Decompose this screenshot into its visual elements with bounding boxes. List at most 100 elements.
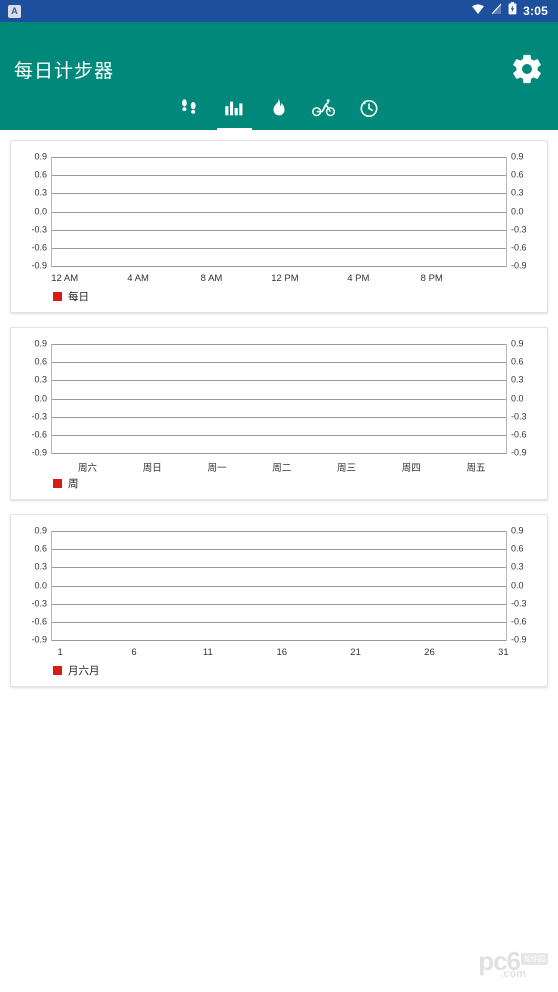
y-tick-label: -0.3	[511, 224, 527, 235]
y-tick-label: -0.3	[31, 411, 47, 422]
x-tick-label: 周六	[77, 463, 97, 474]
gridline	[52, 157, 506, 158]
gridline	[52, 362, 506, 364]
legend-label: 每日	[68, 291, 89, 303]
y-tick-label: 0.0	[34, 206, 47, 216]
tab-cycling[interactable]	[302, 86, 347, 130]
legend-swatch	[53, 479, 62, 488]
gridline	[52, 398, 506, 400]
daily-chart-legend: 每日	[53, 289, 543, 304]
weekly-chart: 周六 周日 周一 周二 周三 周四 周五 0.9 0.9 0.6 0.6 0.3 0.3 0.0 0.0 -…	[15, 336, 543, 474]
x-tick-label: 6	[131, 647, 137, 658]
y-tick-label: 0.9	[511, 525, 524, 536]
x-tick-label: 周三	[336, 463, 356, 474]
monthly-chart-x-axis: 1 6 11 16 21 26 31	[51, 647, 509, 663]
status-bar-clock: 3:05	[523, 4, 548, 18]
watermark: pc6 软件园 .com	[478, 948, 548, 980]
gridline	[52, 229, 506, 231]
y-tick-label: -0.3	[511, 411, 527, 422]
y-tick-label: -0.6	[31, 429, 47, 440]
weekly-chart-legend: 周	[53, 476, 543, 491]
gridline	[52, 640, 506, 641]
x-tick-label: 周四	[401, 463, 421, 474]
daily-chart: 12 AM 4 AM 8 AM 12 PM 4 PM 8 PM 0.9 0.9 0.6 0.6 0…	[15, 149, 543, 284]
settings-button[interactable]	[510, 52, 544, 86]
signal-off-icon	[491, 2, 502, 20]
y-tick-label: 0.6	[511, 356, 524, 367]
x-tick-label: 31	[498, 647, 509, 658]
card-monthly-chart[interactable]: 1 6 11 16 21 26 31 0.9 0.9 0.6 0.6 0.3 0.3 0.0 0.0 -0.…	[10, 514, 548, 687]
tab-history[interactable]	[347, 86, 392, 130]
y-tick-label: -0.9	[511, 260, 527, 271]
y-tick-label: 0.9	[34, 151, 47, 162]
wifi-icon	[471, 2, 485, 20]
tab-steps[interactable]	[167, 86, 212, 130]
x-tick-label: 16	[276, 647, 288, 658]
weekly-chart-plot	[51, 344, 507, 454]
x-tick-label: 8 PM	[420, 273, 443, 284]
y-tick-label: -0.6	[511, 616, 527, 627]
history-icon	[358, 97, 380, 119]
y-tick-label: 0.6	[34, 169, 47, 180]
x-tick-label: 1	[57, 647, 63, 658]
monthly-chart-legend: 月六月	[53, 663, 543, 678]
gridline	[52, 175, 506, 177]
x-tick-label: 周五	[466, 463, 486, 474]
battery-charging-icon	[508, 2, 517, 20]
y-tick-label: -0.9	[31, 447, 47, 458]
tab-chart[interactable]	[212, 86, 257, 130]
y-tick-label: -0.3	[511, 598, 527, 609]
gridline	[52, 266, 506, 267]
y-tick-label: 0.6	[34, 356, 47, 367]
status-bar-notifications: A	[8, 4, 21, 18]
y-tick-label: -0.6	[511, 242, 527, 253]
charts-container: 12 AM 4 AM 8 AM 12 PM 4 PM 8 PM 0.9 0.9 0.6 0.6 0…	[0, 130, 558, 687]
monthly-chart: 1 6 11 16 21 26 31 0.9 0.9 0.6 0.6 0.3 0.3 0.0 0.0 -0.…	[15, 523, 543, 658]
daily-chart-x-axis: 12 AM 4 AM 8 AM 12 PM 4 PM 8 PM	[51, 273, 507, 289]
gridline	[52, 434, 506, 436]
y-tick-label: -0.9	[31, 260, 47, 271]
app-bar: 每日计步器	[0, 22, 558, 130]
y-tick-label: 0.0	[34, 393, 47, 403]
y-tick-label: 0.9	[511, 151, 524, 162]
y-tick-label: 0.3	[34, 187, 47, 198]
y-tick-label: 0.3	[511, 561, 524, 572]
y-tick-label: -0.9	[511, 634, 527, 645]
x-tick-label: 4 AM	[127, 273, 149, 284]
y-tick-label: -0.6	[31, 616, 47, 627]
gridline	[52, 549, 506, 551]
gridline	[52, 621, 506, 623]
y-tick-label: 0.0	[511, 393, 524, 403]
bicycle-icon	[312, 97, 336, 119]
card-daily-chart[interactable]: 12 AM 4 AM 8 AM 12 PM 4 PM 8 PM 0.9 0.9 0.6 0.6 0…	[10, 140, 548, 313]
app-notification-icon: A	[8, 4, 21, 18]
legend-label: 周	[68, 478, 79, 490]
gridline	[52, 453, 506, 454]
y-tick-label: -0.6	[31, 242, 47, 253]
y-tick-label: 0.0	[34, 580, 47, 590]
watermark-badge: 软件园	[521, 953, 548, 965]
x-tick-label: 周二	[272, 463, 292, 474]
x-tick-label: 12 AM	[51, 273, 79, 284]
status-bar-system-icons: 3:05	[471, 2, 550, 20]
x-tick-label: 26	[424, 647, 435, 658]
flame-icon	[268, 97, 290, 119]
x-tick-label: 8 AM	[200, 273, 223, 284]
y-tick-label: -0.3	[31, 224, 47, 235]
tab-calories[interactable]	[257, 86, 302, 130]
page-title: 每日计步器	[14, 61, 115, 82]
x-tick-label: 21	[350, 647, 361, 658]
monthly-chart-plot	[51, 531, 507, 641]
y-tick-label: 0.9	[34, 525, 47, 536]
status-bar: A 3:05	[0, 0, 558, 22]
gridline	[52, 603, 506, 605]
x-tick-label: 周一	[207, 463, 227, 474]
y-tick-label: 0.9	[511, 338, 524, 349]
x-tick-label: 周日	[142, 463, 162, 474]
card-weekly-chart[interactable]: 周六 周日 周一 周二 周三 周四 周五 0.9 0.9 0.6 0.6 0.3 0.3 0.0 0.0 -…	[10, 327, 548, 500]
gridline	[52, 380, 506, 382]
y-tick-label: 0.9	[34, 338, 47, 349]
y-tick-label: 0.6	[34, 543, 47, 554]
footsteps-icon	[178, 97, 200, 119]
y-tick-label: 0.6	[511, 169, 524, 180]
